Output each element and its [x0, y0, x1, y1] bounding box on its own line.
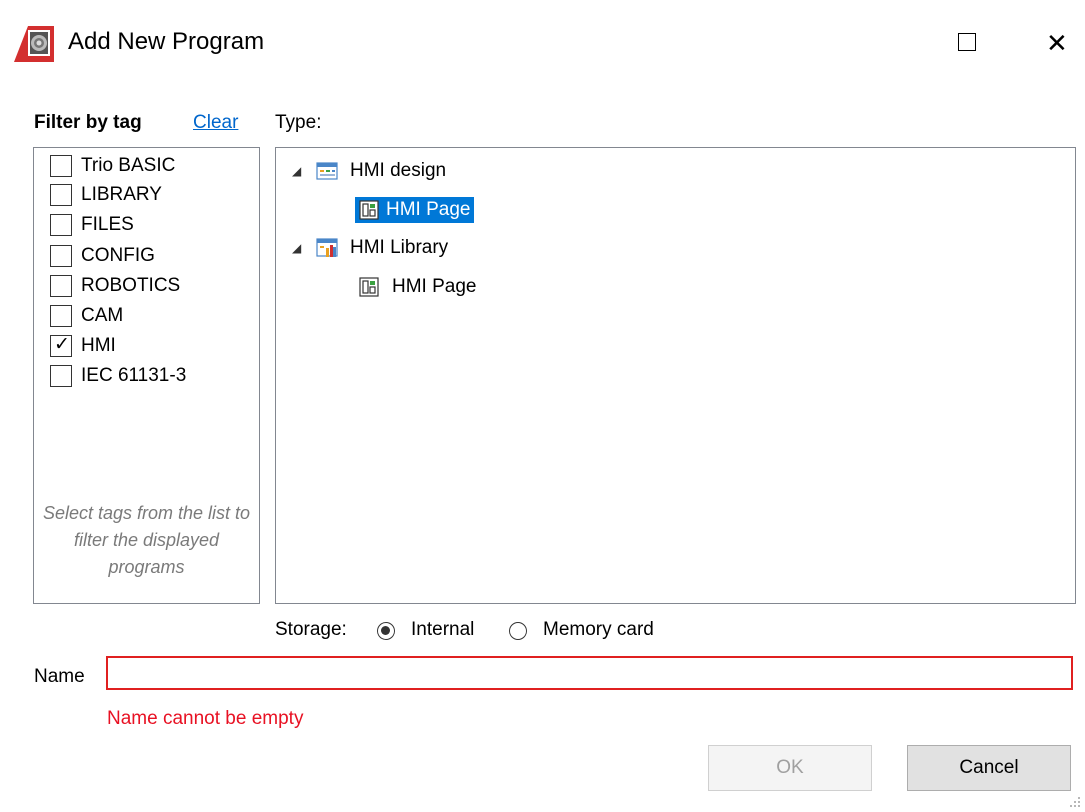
name-error-message: Name cannot be empty — [107, 708, 304, 729]
hmi-page-icon — [359, 200, 379, 220]
tree-node-label: HMI Page — [392, 276, 477, 297]
tree-node-label: HMI Page — [386, 199, 471, 220]
expander-icon[interactable]: ◢ — [292, 241, 316, 255]
tag-item-robotics[interactable]: ROBOTICS — [50, 271, 180, 301]
selection-highlight: HMI Page — [355, 197, 475, 223]
name-label: Name — [34, 666, 85, 687]
type-label: Type: — [275, 112, 322, 133]
resize-grip-icon[interactable] — [1068, 795, 1082, 809]
tag-item-files[interactable]: FILES — [50, 210, 134, 240]
tree-node-hmi-page-selected[interactable]: HMI Page — [355, 195, 475, 225]
tag-label: HMI — [81, 335, 116, 356]
program-type-tree: ◢ HMI design HMI Page ◢ HMI Library HMI … — [275, 147, 1076, 604]
tag-label: ROBOTICS — [81, 275, 181, 296]
maximize-button[interactable] — [936, 14, 1000, 70]
maximize-icon — [958, 33, 976, 51]
checkbox[interactable] — [50, 365, 72, 387]
checkbox[interactable] — [50, 245, 72, 267]
radio-dot — [381, 626, 390, 635]
checkmark-icon: ✓ — [54, 334, 70, 355]
hmi-library-icon — [316, 238, 338, 257]
tag-item-config[interactable]: CONFIG — [50, 241, 155, 271]
filter-by-tag-label: Filter by tag — [34, 112, 142, 133]
hmi-page-icon — [359, 277, 379, 297]
tag-label: CONFIG — [81, 245, 155, 266]
tree-node-hmi-library[interactable]: ◢ HMI Library — [292, 233, 452, 263]
tag-item-trio-basic[interactable]: Trio BASIC — [50, 151, 175, 181]
tree-node-hmi-design[interactable]: ◢ HMI design — [292, 156, 450, 186]
storage-internal-label[interactable]: Internal — [411, 619, 474, 641]
tree-node-label: HMI Library — [350, 237, 449, 258]
checkbox[interactable] — [50, 305, 72, 327]
tree-node-hmi-page[interactable]: HMI Page — [358, 272, 480, 302]
tag-label: Trio BASIC — [81, 155, 176, 176]
clear-link[interactable]: Clear — [193, 112, 238, 134]
checkbox-checked[interactable]: ✓ — [50, 334, 72, 357]
tag-list: Trio BASIC LIBRARY FILES CONFIG ROBOTICS… — [33, 147, 260, 604]
expander-icon[interactable]: ◢ — [292, 164, 316, 178]
tree-node-label: HMI design — [350, 160, 447, 181]
tag-label: IEC 61131-3 — [81, 365, 187, 386]
tag-label: CAM — [81, 305, 124, 326]
name-input[interactable] — [106, 656, 1073, 690]
tag-item-cam[interactable]: CAM — [50, 301, 123, 331]
checkbox[interactable] — [50, 214, 72, 236]
tag-item-library[interactable]: LIBRARY — [50, 180, 162, 210]
close-icon: ✕ — [1046, 28, 1068, 58]
tag-label: FILES — [81, 214, 134, 235]
tag-item-iec-61131-3[interactable]: IEC 61131-3 — [50, 361, 186, 391]
cancel-button[interactable]: Cancel — [907, 745, 1071, 791]
storage-internal-radio[interactable] — [377, 622, 395, 640]
storage-memory-card-radio[interactable] — [509, 622, 527, 640]
tag-label: LIBRARY — [81, 184, 162, 205]
storage-memory-card-label[interactable]: Memory card — [543, 619, 654, 641]
title-bar: Add New Program ✕ — [0, 0, 1085, 86]
add-new-program-dialog: Add New Program ✕ Filter by tag Clear Ty… — [0, 0, 1085, 812]
storage-label: Storage: — [275, 619, 347, 640]
checkbox[interactable] — [50, 184, 72, 206]
ok-button[interactable]: OK — [708, 745, 872, 791]
checkbox[interactable] — [50, 155, 72, 177]
dialog-title: Add New Program — [68, 28, 265, 55]
checkbox[interactable] — [50, 275, 72, 297]
tag-item-hmi[interactable]: ✓ HMI — [50, 331, 116, 361]
close-button[interactable]: ✕ — [1020, 14, 1084, 70]
hmi-design-icon — [316, 162, 338, 180]
app-icon — [14, 26, 54, 62]
tag-filter-hint: Select tags from the list to filter the … — [42, 503, 251, 577]
